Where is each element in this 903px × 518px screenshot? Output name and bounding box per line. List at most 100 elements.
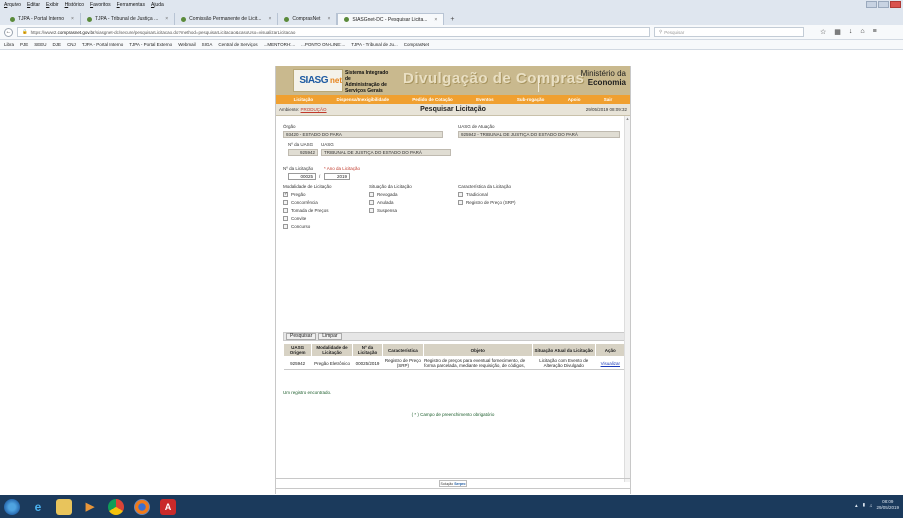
tab-close-icon[interactable]: ×: [434, 17, 437, 23]
internet-explorer-icon[interactable]: e: [30, 499, 46, 515]
acrobat-icon[interactable]: A: [160, 498, 176, 515]
menu-exibir[interactable]: Exibir: [46, 2, 59, 8]
menu-item-sub-rogacao[interactable]: Sub-rogação: [517, 97, 545, 102]
menu-item-eventos[interactable]: Eventos: [476, 97, 494, 102]
limpar-button[interactable]: Limpar: [318, 333, 342, 340]
star-icon[interactable]: ☆: [820, 28, 826, 36]
tab-label: TJPA - Tribunal de Justiça ...: [94, 16, 159, 22]
maximize-button[interactable]: [878, 1, 889, 8]
bookmark-ponto-on-line[interactable]: ...PONTO ON-LINE:...: [301, 42, 345, 47]
checkbox[interactable]: [369, 200, 374, 205]
system-name: Sistema Integrado de Administração de Se…: [345, 70, 389, 94]
situacao-anulada[interactable]: Anulada: [369, 200, 394, 205]
home-icon[interactable]: ⌂: [860, 28, 864, 36]
modalidade-convite[interactable]: Convite: [283, 216, 306, 221]
bookmark-central-de-servicos[interactable]: Central de Serviços: [218, 42, 257, 47]
uasg-atuacao-field: 925942 - TRIBUNAL DE JUSTIÇA DO ESTADO D…: [458, 131, 620, 138]
browser-tab[interactable]: TJPA - Portal Interno ×: [4, 13, 81, 25]
checkbox[interactable]: [283, 208, 288, 213]
checkbox[interactable]: [458, 200, 463, 205]
tab-close-icon[interactable]: ×: [165, 16, 168, 22]
bookmark-tjpa-portal-externo[interactable]: TJPA - Portal Externo: [129, 42, 172, 47]
bookmark-webmail[interactable]: Webmail: [178, 42, 195, 47]
menu-item-apoio[interactable]: Apoio: [568, 97, 581, 102]
page-viewport: SIASG net Sistema Integrado de Administr…: [0, 51, 903, 495]
modalidade-concurso[interactable]: Concurso: [283, 224, 310, 229]
search-input[interactable]: ⚲ Pesquisar: [654, 27, 804, 37]
bookmark-dje[interactable]: DJE: [53, 42, 62, 47]
checkbox[interactable]: ✓: [283, 192, 288, 197]
menu-historico[interactable]: Histórico: [65, 2, 84, 8]
nr-licitacao-input[interactable]: 00025: [288, 173, 316, 180]
bookmark-pje[interactable]: PJE: [20, 42, 28, 47]
modalidade-tomada-de-precos[interactable]: Tomada de Preços: [283, 208, 329, 213]
bookmark-libra[interactable]: Libra: [4, 42, 14, 47]
back-button[interactable]: ←: [4, 27, 13, 37]
menu-arquivo[interactable]: Arquivo: [4, 2, 21, 8]
checkbox-label: Suspensa: [377, 208, 398, 213]
bookmark-seeu[interactable]: SEEU: [34, 42, 46, 47]
situacao-suspensa[interactable]: Suspensa: [369, 208, 397, 213]
situacao-revogada[interactable]: Revogada: [369, 192, 398, 197]
bookmark-tjpa-portal-interno[interactable]: TJPA - Portal Interno: [82, 42, 123, 47]
caracteristica-tradicional[interactable]: Tradicional: [458, 192, 488, 197]
volume-icon[interactable]: ♫: [869, 503, 872, 508]
menu-item-licitacao[interactable]: Licitação: [294, 97, 314, 102]
caracteristica-registro-de-preco-srp[interactable]: Registro de Preço (SRP): [458, 200, 516, 205]
start-button[interactable]: [4, 498, 20, 515]
download-icon[interactable]: ↓: [849, 28, 853, 36]
minimize-button[interactable]: [866, 1, 877, 8]
nr-uasg-label: Nº da UASG: [288, 142, 314, 147]
cell-objeto: Registro de preços para eventual forneci…: [423, 356, 533, 370]
pesquisar-button[interactable]: Pesquisar: [286, 333, 317, 340]
cell-modalidade: Pregão Eletrônico: [311, 356, 353, 370]
firefox-icon[interactable]: [134, 498, 150, 515]
content-scrollbar[interactable]: ▲: [624, 116, 630, 482]
modalidade-concorrencia[interactable]: Concorrência: [283, 200, 318, 205]
tab-close-icon[interactable]: ×: [71, 16, 74, 22]
visualizar-link[interactable]: Visualizar: [601, 361, 620, 366]
chrome-icon[interactable]: [108, 498, 124, 515]
ano-input[interactable]: 2019: [324, 173, 350, 180]
menu-editar[interactable]: Editar: [27, 2, 40, 8]
ambiente-value[interactable]: PRODUÇÃO: [301, 107, 327, 112]
browser-tab[interactable]: ComprasNet ×: [278, 13, 338, 25]
bookmark-siga[interactable]: SIGA: [202, 42, 213, 47]
menu-ferramentas[interactable]: Ferramentas: [117, 2, 145, 8]
new-tab-button[interactable]: +: [444, 13, 460, 25]
clock[interactable]: 08:09 29/05/2019: [876, 499, 899, 511]
tray-arrow-icon[interactable]: ▲: [854, 503, 858, 508]
browser-menubar: Arquivo Editar Exibir Histórico Favoritos Fer…: [0, 0, 903, 10]
checkbox[interactable]: [283, 200, 288, 205]
browser-tab[interactable]: SIASGnet-DC - Pesquisar Licita... ×: [337, 13, 445, 25]
menu-item-pedido-de-cotacao[interactable]: Pedido de Cotação: [412, 97, 453, 102]
cell-acao: Visualizar: [595, 356, 626, 370]
clipboard-icon[interactable]: ▦: [834, 28, 841, 36]
browser-tab[interactable]: Comissão Permanente de Licit... ×: [175, 13, 279, 25]
bookmark-mentorh[interactable]: ...MENTORH:...: [264, 42, 295, 47]
close-window-button[interactable]: [890, 1, 901, 8]
menu-item-sair[interactable]: Sair: [604, 97, 613, 102]
results-body: 925942 Pregão Eletrônico 00025/2019 Registr…: [283, 356, 626, 370]
menu-item-dispensa-inexigibilidade[interactable]: Dispensa/Inexigibilidade: [336, 97, 389, 102]
modalidade-pregao[interactable]: ✓ Pregão: [283, 192, 306, 197]
browser-tab[interactable]: TJPA - Tribunal de Justiça ... ×: [81, 13, 176, 25]
menu-icon[interactable]: ≡: [873, 28, 877, 36]
menu-favoritos[interactable]: Favoritos: [90, 2, 111, 8]
network-icon[interactable]: ▮: [863, 502, 865, 508]
tab-close-icon[interactable]: ×: [268, 16, 271, 22]
file-explorer-icon[interactable]: [56, 498, 72, 515]
checkbox[interactable]: [283, 216, 288, 221]
media-player-icon[interactable]: ▶: [82, 499, 98, 515]
checkbox[interactable]: [458, 192, 463, 197]
bookmark-cnj[interactable]: CNJ: [67, 42, 76, 47]
checkbox[interactable]: [369, 208, 374, 213]
address-bar[interactable]: 🔒 https://www2.comprasnet.gov.br/siasgne…: [17, 27, 650, 37]
tab-close-icon[interactable]: ×: [327, 16, 330, 22]
checkbox[interactable]: [369, 192, 374, 197]
menu-ajuda[interactable]: Ajuda: [151, 2, 164, 8]
bookmark-tjpa-tribunal-de-ju[interactable]: TJPA - Tribunal de Ju...: [351, 42, 397, 47]
cell-uasg: 925942: [283, 356, 312, 370]
checkbox[interactable]: [283, 224, 288, 229]
bookmark-comprasnet[interactable]: ComprasNet: [404, 42, 429, 47]
